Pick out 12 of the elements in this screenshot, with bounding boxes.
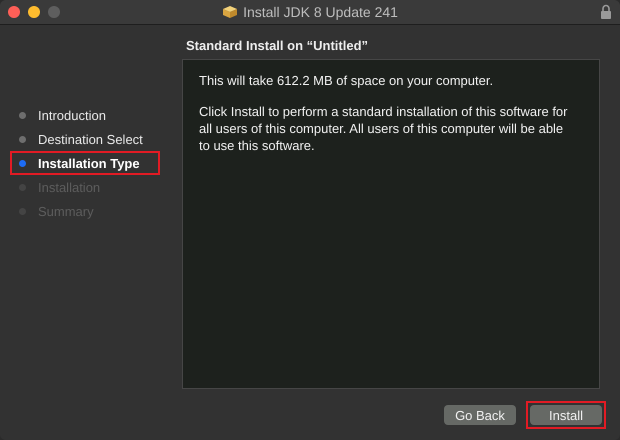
minimize-button[interactable] [28,6,40,18]
step-label: Introduction [38,108,106,122]
close-button[interactable] [8,6,20,18]
info-text: This will take 612.2 MB of space on your computer. [199,72,494,89]
info-text: Click Install to perform a standard installation of this software for all users of this computer. All users of this computer will be able to use this software. [199,103,568,154]
dialog-button[interactable]: Install [530,405,602,425]
dialog-button[interactable]: Go Back [444,405,516,425]
install-heading: Standard Install on “Untitled” [185,37,370,55]
step-label: Destination Select [38,132,143,146]
step-label: Installation Type [38,156,140,170]
window-title: Install JDK 8 Update 241 [243,4,398,20]
package-icon [222,5,238,19]
